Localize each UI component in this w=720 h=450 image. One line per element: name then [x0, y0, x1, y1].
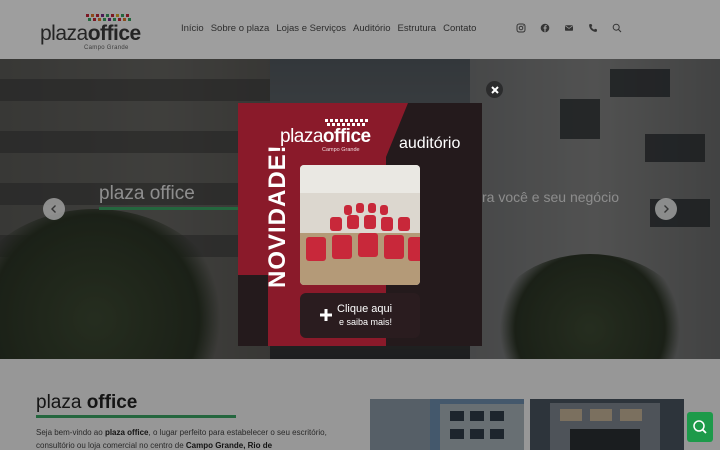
plus-icon — [320, 309, 332, 321]
popup-cta-line1: Clique aqui — [337, 303, 393, 315]
popup-logo-word-office: office — [322, 126, 371, 147]
popup-cta-button[interactable]: Clique aqui e saiba mais! — [300, 293, 420, 338]
popup-logo-wordmark: plazaoffice — [280, 126, 371, 148]
popup-vertical-label: NOVIDADE! — [264, 144, 291, 288]
close-icon — [490, 85, 499, 94]
popup-logo-subtitle: Campo Grande — [322, 147, 360, 153]
popup-heading: auditório — [399, 135, 461, 152]
popup-logo: plazaoffice Campo Grande — [280, 119, 372, 155]
whatsapp-button[interactable] — [687, 412, 713, 442]
whatsapp-icon — [693, 420, 707, 434]
popup-cta-line2: e saiba mais! — [339, 317, 393, 327]
promo-popup[interactable]: plazaoffice Campo Grande auditório NOVID… — [238, 103, 482, 346]
popup-close-button[interactable] — [486, 81, 503, 98]
auditorium-photo — [300, 165, 420, 285]
